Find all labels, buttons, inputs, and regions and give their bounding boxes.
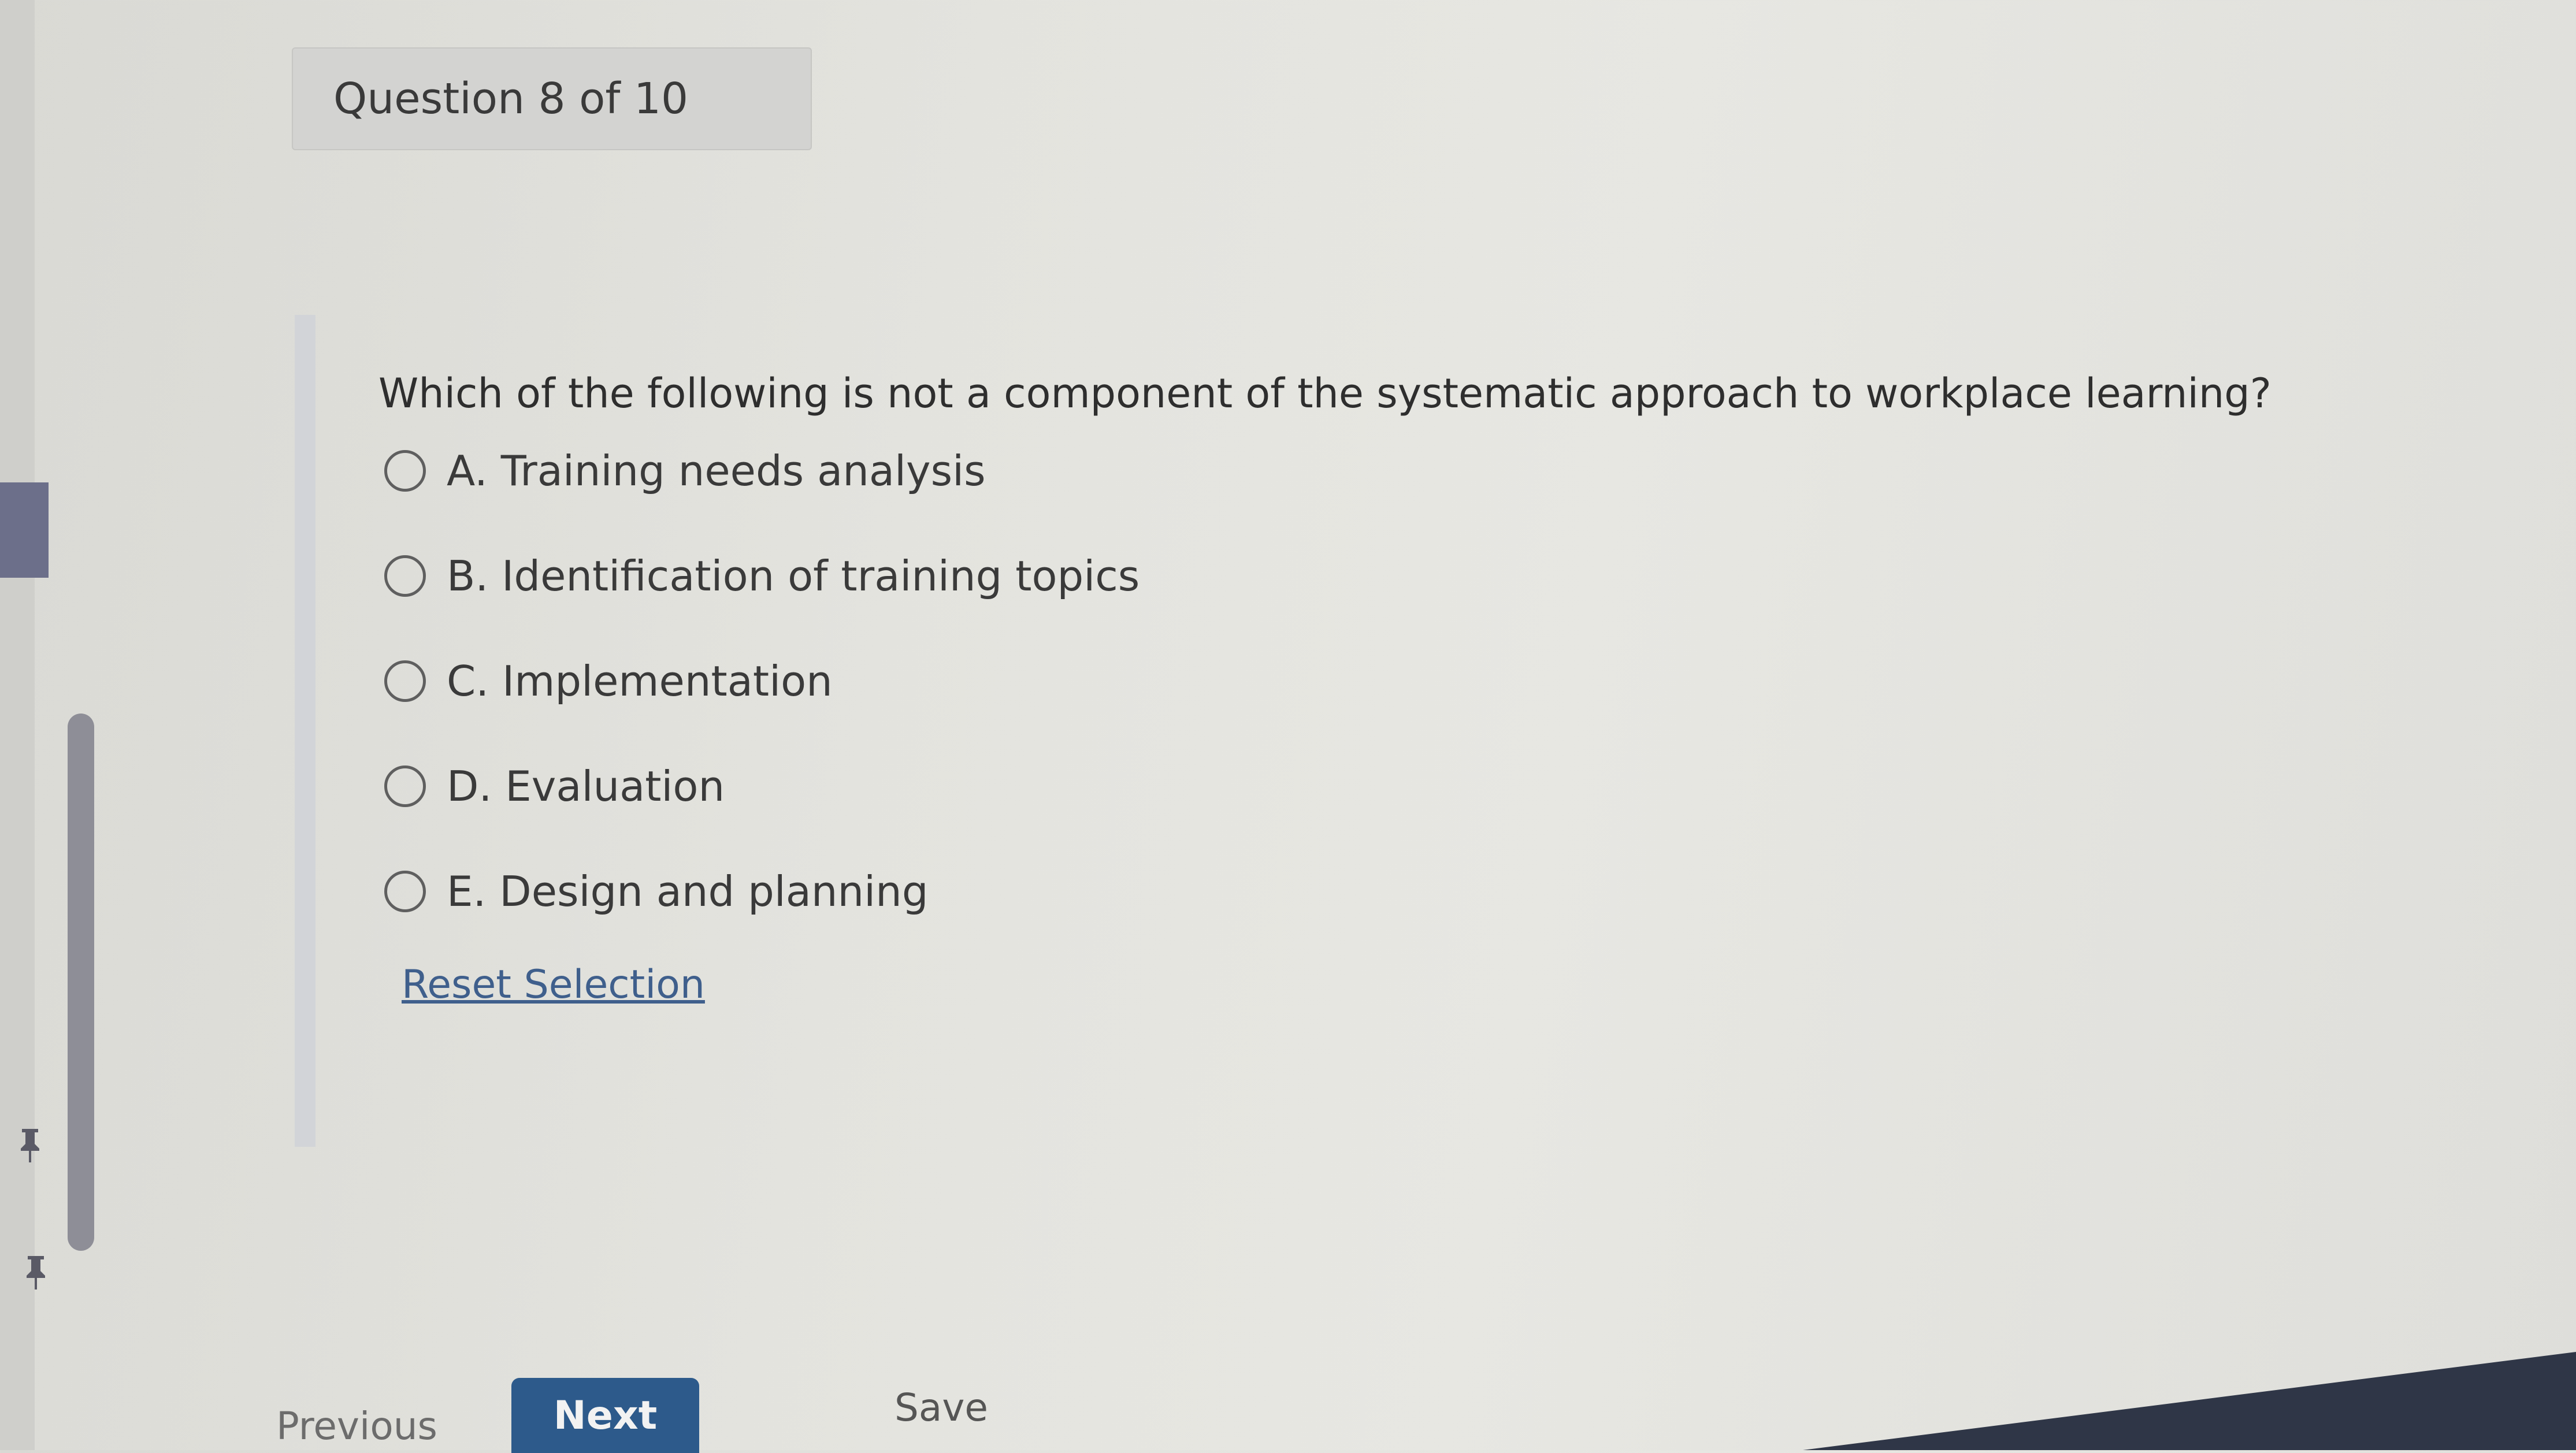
left-rail (0, 0, 35, 1450)
next-button[interactable]: Next (511, 1378, 699, 1453)
option-label: B. Identification of training topics (447, 552, 1140, 600)
pin-icon[interactable] (23, 1254, 49, 1291)
option-label: C. Implementation (447, 657, 833, 705)
option-label: E. Design and planning (447, 867, 929, 916)
rail-marker (0, 482, 49, 578)
content-left-border (295, 315, 315, 1147)
option-label: A. Training needs analysis (447, 447, 986, 495)
answer-options: A. Training needs analysis B. Identifica… (384, 439, 1139, 965)
option-label: D. Evaluation (447, 762, 725, 811)
previous-button[interactable]: Previous (276, 1404, 437, 1448)
radio-button[interactable] (384, 871, 426, 912)
option-b[interactable]: B. Identification of training topics (384, 544, 1139, 608)
question-counter-panel: Question 8 of 10 (292, 47, 812, 150)
radio-button[interactable] (384, 765, 426, 807)
sidebar-scrollbar[interactable] (68, 714, 94, 1251)
radio-button[interactable] (384, 555, 426, 597)
option-a[interactable]: A. Training needs analysis (384, 439, 1139, 503)
radio-button[interactable] (384, 450, 426, 492)
option-e[interactable]: E. Design and planning (384, 860, 1139, 923)
option-c[interactable]: C. Implementation (384, 649, 1139, 713)
option-d[interactable]: D. Evaluation (384, 755, 1139, 818)
pin-icon[interactable] (17, 1127, 43, 1164)
radio-button[interactable] (384, 660, 426, 702)
save-button[interactable]: Save (894, 1385, 988, 1430)
reset-selection-link[interactable]: Reset Selection (402, 962, 705, 1008)
question-text: Which of the following is not a componen… (378, 370, 2271, 417)
question-counter: Question 8 of 10 (333, 74, 689, 124)
